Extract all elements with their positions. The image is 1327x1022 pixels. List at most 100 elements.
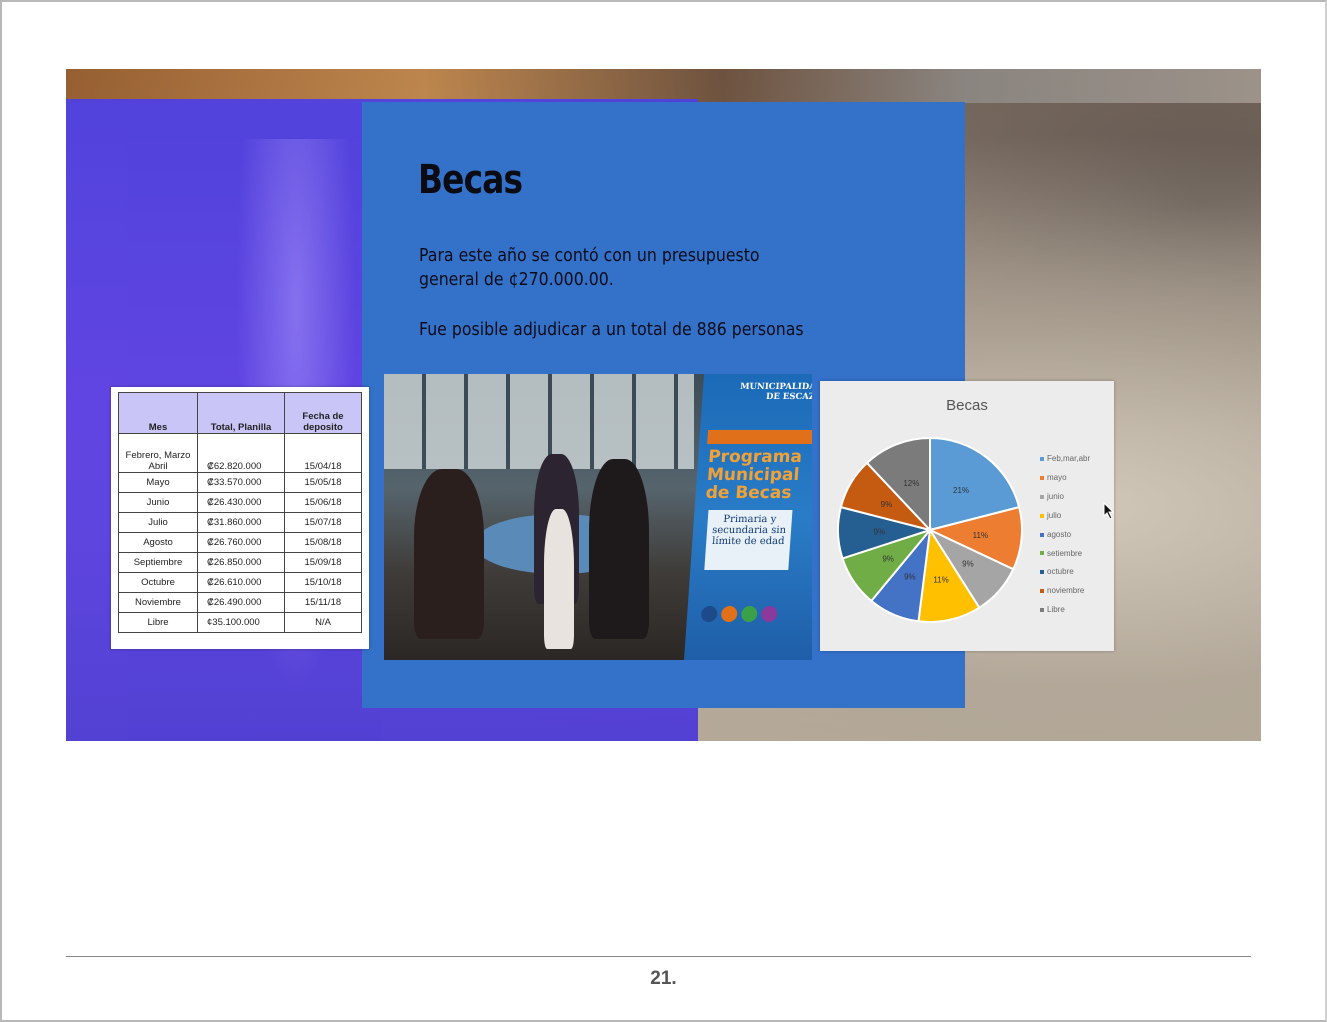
table-row: Libre ¢35.100.000 N/A (118, 612, 362, 633)
pie-chart-card: Becas 21% 11% 9% 11% 9% 9% 9% 9% 12% Feb,mar,abr… (820, 381, 1114, 651)
photo-person (414, 469, 484, 639)
legend-swatch (1040, 475, 1044, 480)
logo-icon (700, 606, 718, 622)
legend-item: julio (1040, 507, 1090, 526)
background-photo-strip (66, 69, 1261, 103)
legend-swatch (1040, 494, 1044, 499)
legend-item: Libre (1040, 601, 1090, 620)
legend-swatch (1040, 570, 1044, 575)
table-row: Agosto ₡26.760.000 15/08/18 (118, 532, 362, 553)
cell-month: Mayo (118, 472, 198, 493)
cell-month: Junio (118, 492, 198, 513)
legend-swatch (1040, 589, 1044, 594)
logo-icon (720, 606, 738, 622)
header-total: Total, Planilla (197, 392, 285, 434)
cell-total: ₡26.760.000 (197, 532, 285, 553)
legend-label: mayo (1047, 472, 1067, 482)
cell-total: ₡62.820.000 (197, 433, 285, 473)
legend-label: octubre (1047, 567, 1074, 577)
pie-data-label: 9% (904, 572, 916, 581)
legend-item: noviembre (1040, 582, 1090, 601)
program-banner: MUNICIPALIDAD DE ESCAZÚ Programa Municip… (684, 374, 812, 660)
pie-data-label: 11% (973, 531, 988, 540)
slide-title: Becas (418, 157, 523, 203)
budget-paragraph: Para este año se contó con un presupuest… (419, 246, 760, 290)
cell-deposit-date: 15/10/18 (284, 572, 362, 593)
banner-ribbon (707, 430, 812, 444)
legend-swatch (1040, 456, 1044, 461)
pie-data-label: 9% (882, 554, 894, 563)
table-row: Junio ₡26.430.000 15/06/18 (118, 492, 362, 513)
cell-total: ₡33.570.000 (197, 472, 285, 493)
table-row: Septiembre ₡26.850.000 15/09/18 (118, 552, 362, 573)
table-row: Noviembre ₡26.490.000 15/11/18 (118, 592, 362, 613)
cell-deposit-date: 15/06/18 (284, 492, 362, 513)
pie-data-label: 12% (903, 479, 919, 488)
cell-deposit-date: 15/04/18 (284, 433, 362, 473)
banner-logos (700, 606, 781, 627)
legend-label: setiembre (1047, 548, 1083, 558)
pie-data-label: 11% (933, 575, 948, 584)
cell-month: Febrero, Marzo Abril (118, 433, 198, 473)
banner-card: Primaria y secundaria sin límite de edad (704, 510, 793, 570)
cell-total: ₡26.490.000 (197, 592, 285, 613)
pie-data-label: 9% (881, 500, 893, 509)
payroll-table: Mes Total, Planilla Fecha de deposito Fe… (118, 392, 362, 633)
event-photo: MUNICIPALIDAD DE ESCAZÚ Programa Municip… (384, 374, 812, 660)
pie-data-label: 9% (874, 528, 886, 537)
legend-swatch (1040, 532, 1044, 537)
legend-label: agosto (1047, 529, 1072, 539)
table-row: Octubre ₡26.610.000 15/10/18 (118, 572, 362, 593)
legend-item: junio (1040, 488, 1090, 507)
legend-label: noviembre (1047, 586, 1085, 596)
legend-item: setiembre (1040, 545, 1090, 564)
header-deposit-date: Fecha de deposito (284, 392, 362, 434)
cell-month: Octubre (118, 572, 198, 593)
mouse-cursor-icon (1103, 502, 1115, 520)
legend-item: mayo (1040, 469, 1090, 488)
slide: Becas Para este año se contó con un pres… (66, 69, 1261, 741)
legend-swatch (1040, 551, 1044, 556)
legend-label: Feb,mar,abr (1047, 454, 1091, 463)
cell-month: Noviembre (118, 592, 198, 613)
cell-total: ₡26.430.000 (197, 492, 285, 513)
legend-label: Libre (1047, 605, 1065, 615)
photo-person (544, 509, 574, 649)
legend-item: agosto (1040, 526, 1090, 545)
cell-deposit-date: 15/11/18 (284, 592, 362, 613)
cell-deposit-date: 15/05/18 (284, 472, 362, 493)
cell-deposit-date: 15/09/18 (284, 552, 362, 573)
header-month: Mes (118, 392, 198, 434)
chart-legend: Feb,mar,abr mayo junio julio agosto setiembre… (1040, 450, 1090, 620)
cell-total: ₡31.860.000 (197, 512, 285, 533)
legend-swatch (1040, 513, 1044, 518)
cell-total: ¢35.100.000 (197, 612, 285, 633)
cell-total: ₡26.610.000 (197, 572, 285, 593)
legend-label: julio (1047, 510, 1062, 520)
legend-swatch (1040, 608, 1044, 613)
legend-label: junio (1047, 491, 1064, 501)
cell-deposit-date: N/A (284, 612, 362, 633)
table-row: Mayo ₡33.570.000 15/05/18 (118, 472, 362, 493)
banner-municipality: MUNICIPALIDAD DE ESCAZÚ (739, 382, 812, 402)
page-number: 21. (650, 968, 677, 989)
pie-data-label: 9% (962, 559, 974, 568)
legend-item: Feb,mar,abr (1040, 450, 1090, 469)
cell-deposit-date: 15/07/18 (284, 512, 362, 533)
footer-rule (66, 956, 1251, 957)
cell-month: Julio (118, 512, 198, 533)
recipients-paragraph: Fue posible adjudicar a un total de 886 … (419, 320, 804, 340)
legend-item: octubre (1040, 563, 1090, 582)
table-header-row: Mes Total, Planilla Fecha de deposito (118, 392, 362, 434)
cell-month: Agosto (118, 532, 198, 553)
payroll-table-card: Mes Total, Planilla Fecha de deposito Fe… (111, 387, 369, 649)
photo-windows (384, 374, 694, 469)
table-row: Julio ₡31.860.000 15/07/18 (118, 512, 362, 533)
cell-month: Libre (118, 612, 198, 633)
table-row: Febrero, Marzo Abril ₡62.820.000 15/04/18 (118, 433, 362, 473)
cell-total: ₡26.850.000 (197, 552, 285, 573)
logo-icon (740, 606, 758, 622)
cell-month: Septiembre (118, 552, 198, 573)
photo-person (589, 459, 649, 639)
cell-deposit-date: 15/08/18 (284, 532, 362, 553)
